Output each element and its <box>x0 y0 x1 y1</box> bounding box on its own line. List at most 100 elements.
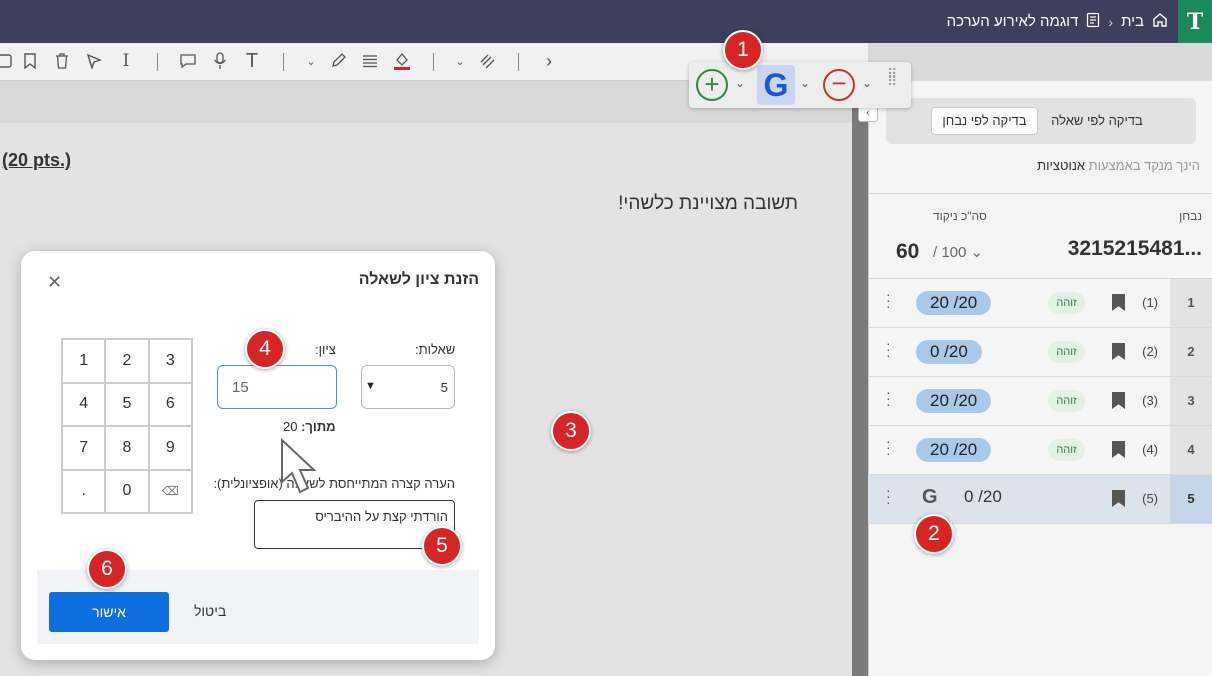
breadcrumb: בית ‹ דוגמה לאירוע הערכה <box>947 0 1168 43</box>
grade-by-question-tab[interactable]: בדיקה לפי שאלה <box>1038 107 1156 135</box>
grading-method-hint: הינך מנקד באמצעות אנוטציות <box>1037 158 1200 173</box>
backspace-icon[interactable]: ⌫ <box>148 469 192 513</box>
bookmark-icon[interactable] <box>1112 441 1125 458</box>
grade-input[interactable] <box>217 365 337 409</box>
total-max-dropdown[interactable]: / 100 ⌄ <box>933 243 983 261</box>
general-grade-button[interactable]: G <box>757 65 795 105</box>
divider <box>868 193 1212 194</box>
more-options-icon[interactable]: · · · <box>886 434 891 460</box>
chevron-down-icon[interactable]: ⌄ <box>862 76 872 90</box>
document-icon <box>1086 12 1100 32</box>
max-score-info: מתוך: 20 <box>283 419 336 434</box>
out-of-value: 20 <box>283 419 298 434</box>
keypad-key[interactable]: 8 <box>105 426 149 470</box>
stamp-icon[interactable] <box>476 50 498 72</box>
grade-entry-dialog: הזנת ציון לשאלה ✕ 1 2 3 4 5 6 7 8 9 . 0 … <box>21 251 495 660</box>
keypad-key[interactable]: . <box>62 469 106 513</box>
minus-circle-icon[interactable]: − <box>823 69 855 101</box>
question-row[interactable]: 2 (2) זוהה 0 /20 · · · <box>868 328 1212 377</box>
question-number: 1 <box>1170 279 1212 327</box>
question-label: (5) <box>1142 491 1158 506</box>
more-options-icon[interactable]: · · · <box>886 385 891 411</box>
question-score-text[interactable]: 0 /20 <box>964 487 1002 507</box>
hint-value[interactable]: אנוטציות <box>1037 158 1085 173</box>
question-select[interactable]: 5 ▼ <box>361 365 455 409</box>
recognized-tag: זוהה <box>1048 292 1085 314</box>
toolbar-divider <box>433 53 434 71</box>
keypad-key[interactable]: 5 <box>105 382 149 426</box>
breadcrumb-home[interactable]: בית <box>1121 13 1144 30</box>
close-icon[interactable]: ✕ <box>47 272 62 293</box>
question-row-selected[interactable]: 5 (5) 0 /20 G · · · <box>868 475 1212 524</box>
more-options-icon[interactable]: · · · <box>886 336 891 362</box>
keypad-key[interactable]: 0 <box>105 469 149 513</box>
top-bar: T בית ‹ דוגמה לאירוע הערכה <box>0 0 1212 43</box>
recognized-tag: זוהה <box>1048 341 1085 363</box>
grade-label: ציון: <box>315 342 336 357</box>
chevron-down-icon[interactable]: ⌄ <box>800 76 810 90</box>
callout-badge: 5 <box>422 526 462 566</box>
student-id[interactable]: 3215215481... <box>1068 237 1202 261</box>
question-score-pill[interactable]: 20 /20 <box>916 438 992 462</box>
question-points-heading: (20 pts.) <box>2 150 72 170</box>
keypad-key[interactable]: 6 <box>148 382 192 426</box>
keypad-key[interactable]: 4 <box>62 382 106 426</box>
recognized-tag: זוהה <box>1048 439 1085 461</box>
keypad-key[interactable]: 2 <box>105 339 149 383</box>
chevron-down-icon[interactable]: ⌄ <box>449 50 471 72</box>
more-options-icon[interactable]: · · · <box>886 287 891 313</box>
chevron-down-icon[interactable]: ⌄ <box>300 50 322 72</box>
question-label: (2) <box>1142 344 1158 359</box>
breadcrumb-current-page[interactable]: דוגמה לאירוע הערכה <box>947 13 1079 30</box>
line-weight-icon[interactable] <box>359 50 381 72</box>
document-scrollbar[interactable] <box>852 81 868 676</box>
callout-badge: 2 <box>914 514 954 554</box>
grade-by-student-tab[interactable]: בדיקה לפי נבחן <box>931 107 1038 135</box>
chevron-right-icon[interactable]: › <box>538 50 560 72</box>
fill-color-icon[interactable] <box>391 50 413 72</box>
drag-handle-icon[interactable]: ⠿ ⠿ <box>887 67 898 88</box>
text-cursor-icon[interactable]: I <box>115 50 137 72</box>
total-score-label: סה"כ ניקוד <box>933 209 987 223</box>
keypad-key[interactable]: 3 <box>148 339 192 383</box>
keypad-key[interactable]: 7 <box>62 426 106 470</box>
question-score-pill[interactable]: 20 /20 <box>916 291 992 315</box>
question-number: 2 <box>1170 328 1212 376</box>
more-options-icon[interactable]: · · · <box>886 483 891 509</box>
select-pointer-icon[interactable] <box>83 50 105 72</box>
question-select-value: 5 <box>440 380 448 395</box>
callout-badge: 3 <box>551 411 591 451</box>
question-row[interactable]: 1 (1) זוהה 20 /20 · · · <box>868 279 1212 328</box>
plus-circle-icon[interactable]: + <box>696 69 728 101</box>
bookmark-icon[interactable] <box>1112 490 1125 507</box>
total-score-value: 60 <box>896 240 920 263</box>
confirm-button[interactable]: אישור <box>49 592 169 632</box>
question-label: (3) <box>1142 393 1158 408</box>
question-row[interactable]: 4 (4) זוהה 20 /20 · · · <box>868 426 1212 475</box>
save-icon[interactable] <box>0 50 16 72</box>
chevron-down-icon[interactable]: ⌄ <box>735 76 745 90</box>
keypad-key[interactable]: 9 <box>148 426 192 470</box>
text-tool-icon[interactable]: T <box>241 50 263 72</box>
questions-label: שאלות: <box>415 342 456 357</box>
app-logo[interactable]: T <box>1178 0 1212 43</box>
question-row[interactable]: 3 (3) זוהה 20 /20 · · · <box>868 377 1212 426</box>
home-icon[interactable] <box>1152 12 1168 32</box>
bookmark-icon[interactable] <box>1112 343 1125 360</box>
bookmark-icon[interactable] <box>19 50 41 72</box>
pencil-icon[interactable] <box>327 50 349 72</box>
keypad-key[interactable]: 1 <box>62 339 106 383</box>
trash-icon[interactable] <box>51 50 73 72</box>
total-max-value: / 100 <box>933 244 967 261</box>
microphone-icon[interactable] <box>209 50 231 72</box>
question-score-pill[interactable]: 20 /20 <box>916 389 992 413</box>
question-score-pill[interactable]: 0 /20 <box>916 340 982 364</box>
toolbar-divider <box>157 53 158 71</box>
bookmark-icon[interactable] <box>1112 392 1125 409</box>
chevron-left-icon: ‹ <box>1108 13 1114 30</box>
chevron-down-icon: ⌄ <box>970 244 984 261</box>
bookmark-icon[interactable] <box>1112 294 1125 311</box>
cancel-button[interactable]: ביטול <box>194 603 226 619</box>
comment-icon[interactable] <box>177 50 199 72</box>
student-column-label: נבחן <box>1179 209 1202 223</box>
